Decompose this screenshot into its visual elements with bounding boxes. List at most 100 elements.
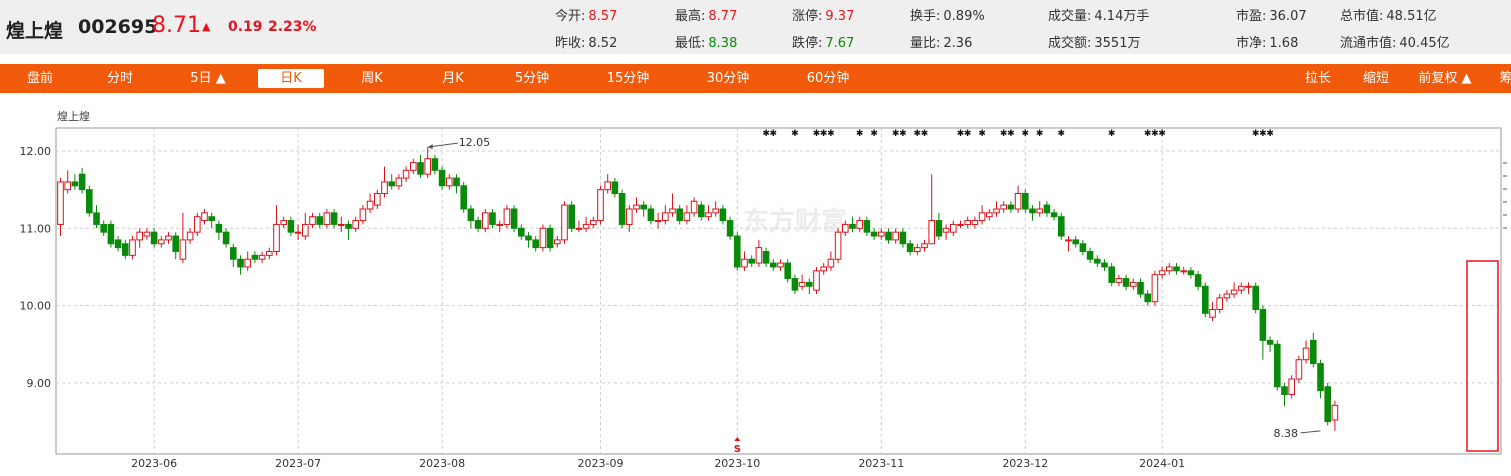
quote-value: 8.77 [708, 9, 738, 24]
candle-body [1187, 270, 1195, 276]
quote-item: 成交额: 3551万 [1048, 32, 1140, 51]
tab-1[interactable]: 分时 [98, 64, 142, 93]
quote-item: 换手: 0.89% [910, 5, 985, 24]
candle-body [878, 231, 885, 237]
candle-body [1223, 293, 1231, 299]
candle-body [1281, 386, 1288, 395]
quote-value: 8.52 [588, 36, 618, 51]
tab-6[interactable]: 5分钟 [502, 64, 562, 93]
candle-body [1043, 204, 1051, 214]
candle-body [532, 239, 540, 249]
candle-body [849, 223, 856, 229]
watermark-text: 东方财富 [743, 206, 847, 237]
candle-body [654, 220, 662, 223]
star-marker: ✱ [1022, 129, 1030, 139]
candle-body [669, 208, 676, 214]
candle-body [611, 181, 619, 195]
candle-body [338, 223, 345, 226]
candle-body [683, 212, 691, 222]
quote-value: 40.45亿 [1399, 36, 1450, 51]
candle-body [460, 185, 467, 210]
tab-2[interactable]: 5日 ▲ [178, 64, 238, 93]
tab-5[interactable]: 月K [424, 64, 482, 93]
candle-body [474, 220, 482, 229]
candle-body [1288, 378, 1296, 395]
candle-body [806, 281, 813, 287]
candle-body [791, 278, 799, 291]
quote-label: 量比: [910, 36, 941, 51]
candle-body [431, 158, 439, 171]
y-tick-label: 9.00 [27, 377, 52, 390]
quote-label: 今开: [555, 9, 586, 24]
quote-label: 换手: [910, 9, 941, 24]
candle-body [510, 208, 518, 229]
x-tick-label: 2023-11 [858, 457, 904, 470]
candle-body [1180, 270, 1188, 273]
tab-3[interactable]: 日K [258, 69, 324, 88]
candle-body [1202, 285, 1209, 314]
candle-body [813, 270, 820, 291]
candle-body [489, 212, 496, 225]
quote-value: 2.36 [943, 36, 973, 51]
candle-body [618, 193, 626, 225]
candle-body [71, 181, 79, 187]
candle-body [575, 227, 583, 230]
candle-body [410, 162, 417, 171]
tab-right-1[interactable]: 缩短 [1358, 64, 1394, 93]
candle-body [1122, 278, 1130, 287]
tab-4[interactable]: 周K [342, 64, 402, 93]
candle-body [201, 212, 208, 222]
star-marker: ✱ [1158, 129, 1166, 139]
candle-body [647, 208, 655, 222]
highlight-box [1466, 260, 1499, 452]
candle-body [194, 216, 201, 233]
candle-body [525, 235, 532, 241]
candle-body [698, 204, 705, 218]
candle-body [186, 231, 194, 241]
candle-body [158, 239, 165, 245]
candle-body [1014, 193, 1022, 210]
candle-body [1036, 208, 1044, 214]
tab-7[interactable]: 15分钟 [596, 64, 660, 93]
quote-item: 市盈: 36.07 [1236, 5, 1307, 24]
quote-item: 市净: 1.68 [1236, 32, 1298, 51]
candle-body [438, 169, 446, 187]
kline-svg[interactable]: 12.00 11.00 10.00 9.00 2023-06 2023-07 2023-08… [0, 98, 1511, 476]
candle-body [467, 208, 475, 222]
candle-body [1065, 239, 1072, 242]
quote-item: 最低: 8.38 [675, 32, 737, 51]
kline-chart[interactable]: 煌上煌 12.00 11.00 10.00 9.00 2023-06 2023-07 202… [0, 98, 1511, 476]
candle-body [208, 216, 215, 222]
tab-right-0[interactable]: 拉长 [1300, 64, 1336, 93]
candle-body [359, 208, 367, 222]
candle-body [503, 208, 511, 225]
candle-body [748, 258, 756, 264]
tab-8[interactable]: 30分钟 [696, 64, 760, 93]
candle-body [986, 212, 993, 218]
candle-body [417, 162, 424, 175]
candle-body [518, 227, 525, 237]
tab-9[interactable]: 60分钟 [796, 64, 860, 93]
candle-body [1050, 212, 1058, 218]
candle-body [1310, 339, 1317, 365]
candle-body [302, 223, 309, 237]
candle-body [244, 258, 251, 268]
candle-body [892, 231, 900, 241]
candle-body [676, 208, 684, 222]
candle-body [1158, 270, 1166, 276]
tab-right-2[interactable]: 前复权 ▲ [1412, 64, 1478, 93]
signal-s-arrow [734, 437, 741, 441]
candle-body [1086, 250, 1094, 260]
tab-right-3[interactable]: 筹 [1496, 64, 1511, 93]
candle-body [316, 216, 323, 225]
candle-body [705, 212, 712, 218]
candle-body [352, 220, 359, 229]
tab-0[interactable]: 盘前 [18, 64, 62, 93]
x-tick-label: 2023-09 [578, 457, 624, 470]
quote-value: 48.51亿 [1386, 9, 1437, 24]
star-marker: ✱ [1108, 129, 1116, 139]
candle-body [568, 204, 576, 229]
candle-body [885, 231, 892, 241]
quote-value: 36.07 [1269, 9, 1307, 24]
candle-body [741, 258, 748, 268]
